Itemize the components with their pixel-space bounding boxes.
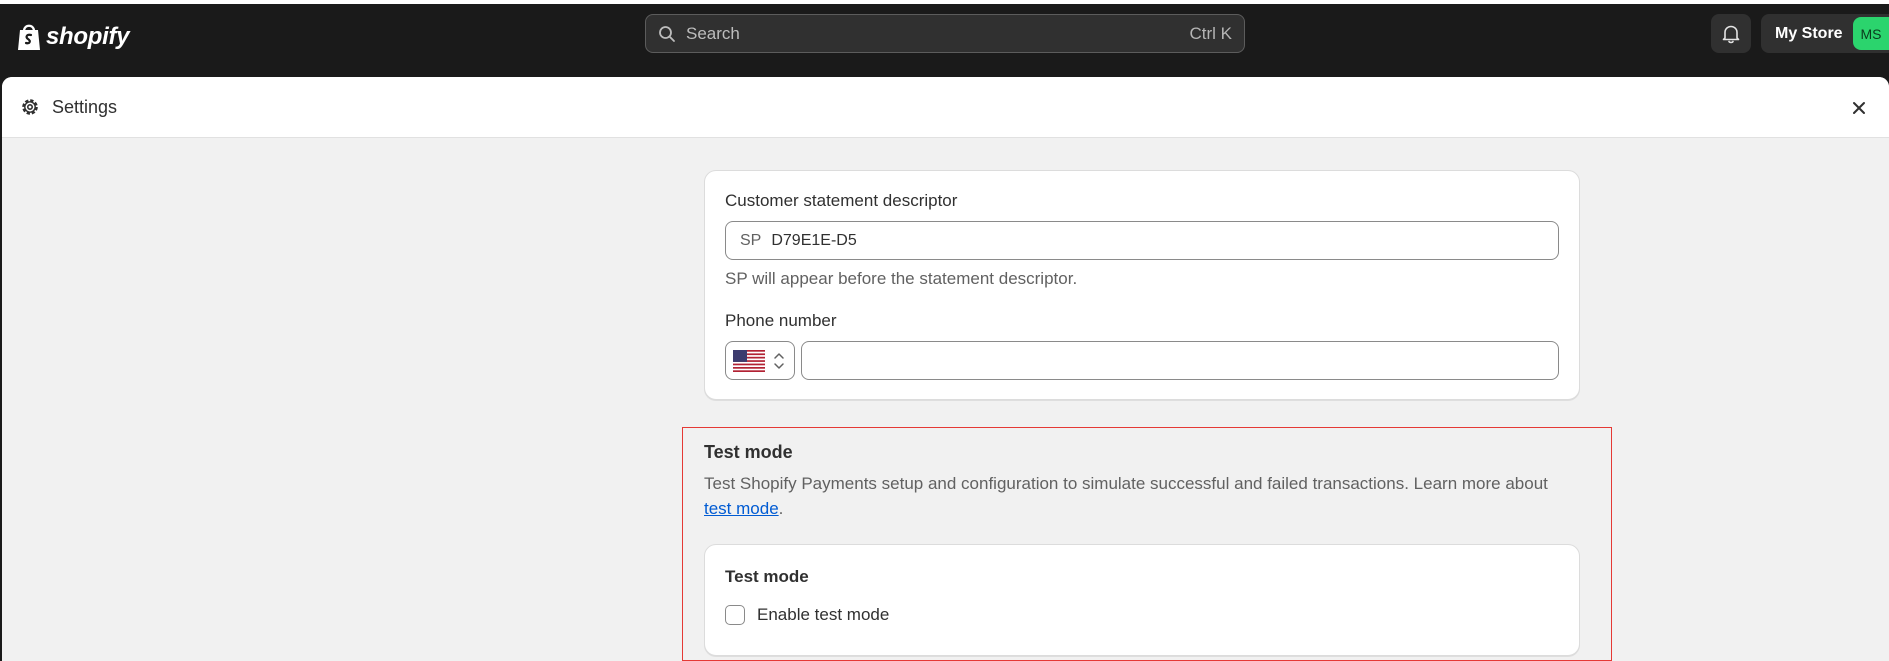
enable-test-mode-label: Enable test mode xyxy=(757,605,890,624)
logo-text: shopify xyxy=(46,23,130,50)
close-button[interactable] xyxy=(1847,96,1871,120)
modal-title: Settings xyxy=(52,96,118,117)
avatar: MS xyxy=(1853,17,1889,50)
settings-content[interactable]: Customer statement descriptor SP D79E1E-… xyxy=(2,138,1889,661)
descriptor-value: D79E1E-D5 xyxy=(771,231,857,249)
enable-test-mode-option[interactable]: Enable test mode xyxy=(725,605,889,625)
test-mode-card-title: Test mode xyxy=(725,567,809,586)
enable-test-mode-checkbox[interactable] xyxy=(725,605,745,625)
store-menu-button[interactable]: My Store MS xyxy=(1761,14,1889,53)
notifications-button[interactable] xyxy=(1711,14,1751,53)
settings-modal: Settings Customer statement descriptor S… xyxy=(2,77,1889,661)
descriptor-label: Customer statement descriptor xyxy=(725,191,958,210)
gear-icon xyxy=(22,99,38,115)
close-icon xyxy=(1853,102,1865,114)
search-icon xyxy=(659,25,675,42)
test-mode-description-text: Test Shopify Payments setup and configur… xyxy=(704,474,1548,493)
test-mode-description: Test Shopify Payments setup and configur… xyxy=(704,471,1564,521)
phone-label: Phone number xyxy=(725,311,837,330)
descriptor-field[interactable]: SP D79E1E-D5 xyxy=(725,221,1559,260)
bell-icon xyxy=(1722,25,1740,43)
search-shortcut: Ctrl K xyxy=(1189,23,1233,43)
test-mode-card: Test mode Enable test mode xyxy=(704,544,1580,656)
modal-header: Settings xyxy=(2,77,1889,138)
store-name: My Store xyxy=(1775,24,1843,42)
test-mode-link[interactable]: test mode xyxy=(704,499,779,518)
shopify-bag-icon xyxy=(18,24,40,50)
descriptor-help-text: SP will appear before the statement desc… xyxy=(725,269,1078,288)
country-code-select[interactable] xyxy=(725,341,795,380)
descriptor-prefix: SP xyxy=(740,231,762,249)
us-flag-icon xyxy=(733,349,765,372)
statement-descriptor-card: Customer statement descriptor SP D79E1E-… xyxy=(704,170,1580,400)
shopify-logo[interactable]: shopify xyxy=(16,20,130,54)
search-input[interactable] xyxy=(684,22,1190,45)
chevron-updown-icon xyxy=(774,352,784,369)
top-bar: shopify Ctrl K My Store MS xyxy=(0,0,1889,68)
test-mode-description-end: . xyxy=(778,499,784,518)
test-mode-section-title: Test mode xyxy=(704,442,793,462)
phone-number-input[interactable] xyxy=(801,341,1559,380)
search-bar[interactable]: Ctrl K xyxy=(645,14,1245,53)
